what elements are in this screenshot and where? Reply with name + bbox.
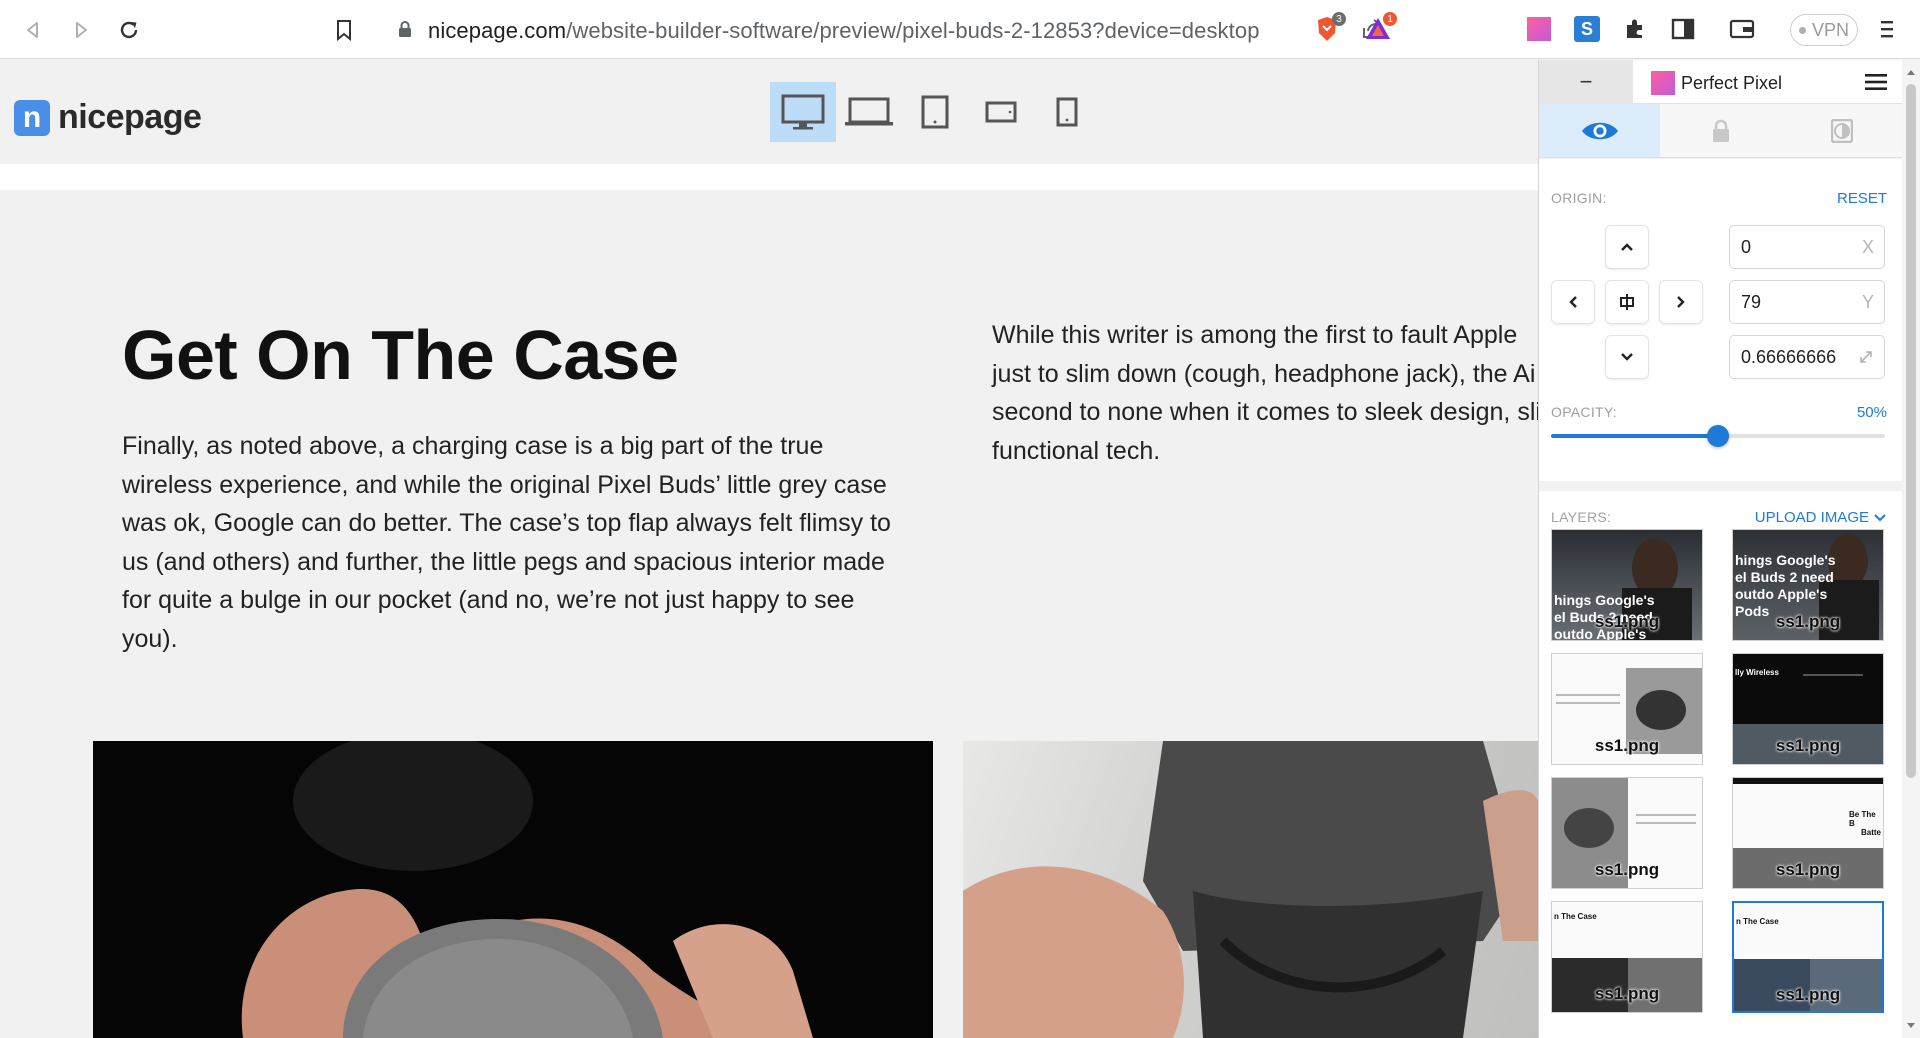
opacity-slider-handle[interactable]	[1707, 425, 1729, 447]
brave-shields-icon[interactable]: 3	[1312, 12, 1346, 44]
browser-toolbar: nicepage.com/website-builder-software/pr…	[0, 0, 1920, 59]
chevron-left-icon	[1569, 296, 1577, 308]
panel-mode-tabs	[1539, 104, 1902, 158]
lock-icon	[399, 21, 411, 37]
lock-icon	[1712, 119, 1729, 142]
rewards-count-badge: 1	[1383, 12, 1397, 26]
laptop-icon	[845, 97, 893, 126]
center-button[interactable]	[1605, 280, 1649, 324]
minimize-button[interactable]: −	[1539, 60, 1633, 104]
preview-header: n nicepage	[0, 60, 1540, 164]
y-axis-suffix: Y	[1861, 292, 1874, 312]
article-paragraph-left: Finally, as noted above, a charging case…	[122, 432, 891, 653]
desktop-icon	[781, 94, 825, 130]
address-bar[interactable]: nicepage.com/website-builder-software/pr…	[376, 7, 1404, 51]
move-up-button[interactable]	[1605, 225, 1649, 269]
url-text: nicepage.com/website-builder-software/pr…	[428, 18, 1260, 43]
eye-icon	[1581, 122, 1618, 139]
scale-input[interactable]: 0.66666666	[1729, 335, 1885, 379]
origin-section: ORIGIN: RESET 0 X 79 Y 0.66666666 OPACIT…	[1539, 159, 1902, 481]
browser-menu-icon[interactable]	[1872, 14, 1902, 44]
earbuds-case-photo-left	[93, 741, 933, 1038]
move-down-button[interactable]	[1605, 335, 1649, 379]
laptop-device-button[interactable]	[836, 82, 902, 142]
center-icon	[1620, 294, 1634, 310]
layer-thumbnail[interactable]: Be The B Batte ss1.png	[1732, 777, 1884, 889]
scroll-down-icon[interactable]	[1906, 1022, 1916, 1030]
article-paragraph-right: While this writer is among the first to …	[992, 321, 1541, 465]
s-extension-icon[interactable]: S	[1572, 14, 1602, 44]
perfect-pixel-panel: − Perfect Pixel ORIGIN: RESET 0 X 79 Y 0…	[1538, 60, 1902, 1038]
hamburger-menu-icon[interactable]	[1865, 74, 1887, 90]
opacity-slider-fill	[1551, 434, 1718, 438]
wallet-icon[interactable]	[1727, 14, 1757, 44]
vpn-status-dot	[1798, 26, 1806, 34]
page-scrollbar[interactable]	[1902, 60, 1920, 1038]
opacity-label: OPACITY:	[1551, 404, 1617, 420]
perfect-pixel-logo-icon	[1651, 71, 1675, 95]
invert-colors-icon	[1831, 118, 1854, 143]
opacity-slider[interactable]	[1551, 425, 1885, 447]
section-divider	[0, 164, 1540, 190]
origin-x-input[interactable]: 0 X	[1729, 225, 1885, 269]
layer-thumbnail[interactable]: lly Wireless ss1.png	[1732, 653, 1884, 765]
logo-text: nicepage	[58, 98, 202, 136]
resize-icon	[1860, 351, 1872, 363]
sidebar-toggle-icon[interactable]	[1668, 14, 1698, 44]
tablet-device-button[interactable]	[902, 82, 968, 142]
chevron-down-icon	[1621, 353, 1633, 361]
move-left-button[interactable]	[1551, 280, 1595, 324]
layer-thumbnail[interactable]: hings Google's el Buds 2 need outdo Apple'…	[1732, 529, 1884, 641]
phone-icon	[1056, 97, 1078, 127]
scroll-up-icon[interactable]	[1906, 68, 1916, 76]
origin-y-input[interactable]: 79 Y	[1729, 280, 1885, 324]
reset-button[interactable]: RESET	[1837, 190, 1887, 207]
tablet-landscape-device-button[interactable]	[968, 82, 1034, 142]
vpn-button[interactable]: VPN	[1790, 14, 1858, 46]
layer-thumbnail-selected[interactable]: n The Case ss1.png	[1732, 901, 1884, 1013]
panel-titlebar: − Perfect Pixel	[1539, 60, 1902, 104]
back-icon[interactable]	[17, 14, 49, 46]
tab-lock[interactable]	[1660, 104, 1782, 157]
move-right-button[interactable]	[1659, 280, 1703, 324]
nicepage-logo[interactable]: n nicepage	[14, 98, 202, 137]
tab-invert[interactable]	[1781, 104, 1902, 157]
upload-image-button[interactable]: UPLOAD IMAGE	[1755, 509, 1869, 526]
desktop-device-button[interactable]	[770, 82, 836, 142]
x-axis-suffix: X	[1861, 237, 1874, 257]
article-heading: Get On The Case	[122, 316, 679, 394]
logo-mark: n	[14, 99, 50, 136]
chevron-up-icon	[1621, 243, 1633, 251]
layers-label: LAYERS:	[1551, 509, 1612, 525]
shields-count-badge: 3	[1332, 12, 1346, 26]
phone-device-button[interactable]	[1034, 82, 1100, 142]
scrollbar-thumb[interactable]	[1906, 84, 1916, 778]
opacity-value: 50%	[1856, 404, 1887, 421]
tablet-landscape-icon	[985, 101, 1017, 123]
layer-thumbnail[interactable]: n The Case ss1.png	[1551, 901, 1703, 1013]
earbuds-case-photo-right	[963, 741, 1540, 1038]
layer-thumbnail[interactable]: hings Google's el Buds 2 need outdo Apple'…	[1551, 529, 1703, 641]
tablet-icon	[921, 95, 949, 129]
chevron-right-icon	[1677, 296, 1685, 308]
origin-label: ORIGIN:	[1551, 190, 1607, 206]
perfect-pixel-extension-icon[interactable]	[1524, 14, 1554, 44]
bookmark-icon[interactable]	[328, 14, 360, 46]
puzzle-extensions-icon[interactable]	[1620, 14, 1650, 44]
layer-thumbnail[interactable]: ss1.png	[1551, 777, 1703, 889]
forward-icon[interactable]	[65, 14, 97, 46]
layer-thumbnail[interactable]: ss1.png	[1551, 653, 1703, 765]
device-switcher	[770, 82, 1100, 142]
panel-brand: Perfect Pixel	[1651, 71, 1782, 95]
brave-rewards-icon[interactable]: 1	[1363, 12, 1397, 44]
tab-visibility[interactable]	[1539, 104, 1661, 157]
reload-icon[interactable]	[113, 14, 145, 46]
chevron-down-icon[interactable]	[1873, 513, 1887, 522]
